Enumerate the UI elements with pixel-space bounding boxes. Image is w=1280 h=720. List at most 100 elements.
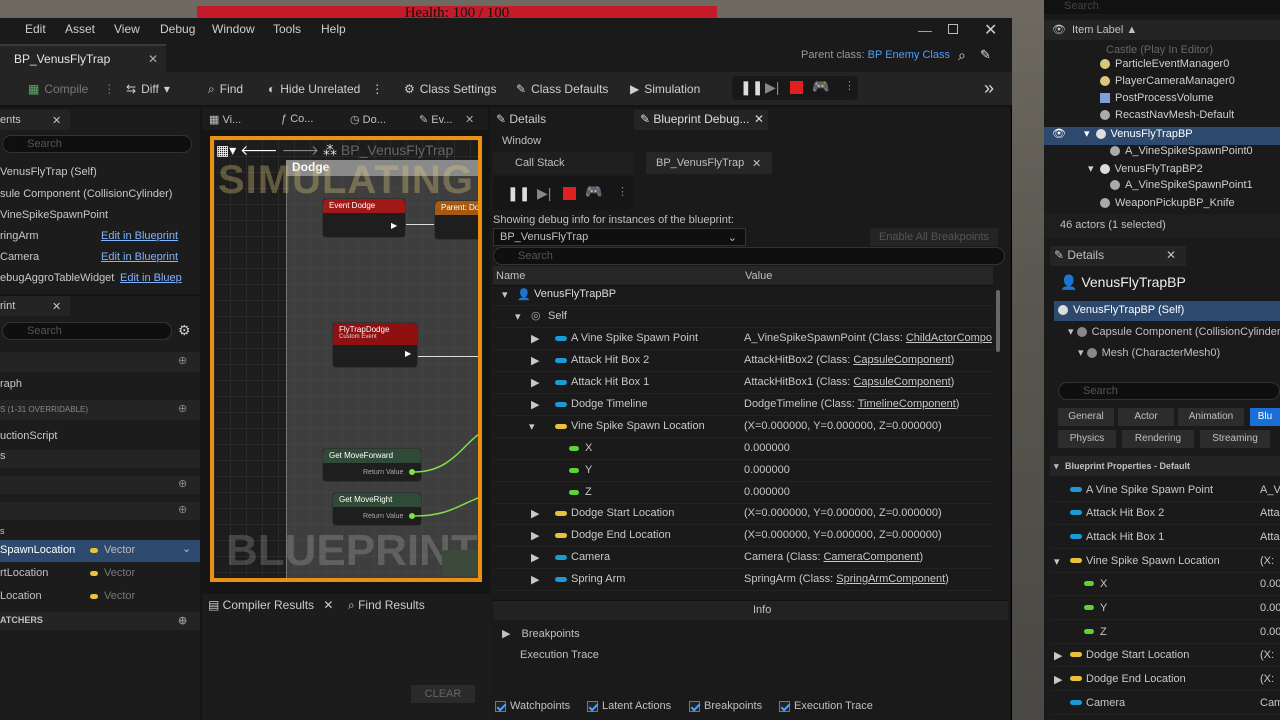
- mesh-component-row[interactable]: ▾ Mesh (CharacterMesh0): [1054, 343, 1280, 363]
- debug-row[interactable]: ▾ Vine Spike Spawn Location (X=0.000000, Y…: [493, 416, 993, 438]
- my-blueprint-search-input[interactable]: Search: [2, 322, 172, 340]
- property-row[interactable]: A Vine Spike Spawn Point A_V: [1050, 479, 1280, 502]
- parent-class-link[interactable]: BP Enemy Class: [868, 49, 950, 61]
- components-tab[interactable]: ents ✕: [0, 110, 70, 130]
- find-button[interactable]: ⌕ Find: [208, 80, 243, 98]
- debug-row[interactable]: ▶ Attack Hit Box 2 AttackHitBox2 (Class: C…: [493, 350, 993, 372]
- outliner-item[interactable]: PlayerCameraManager0: [1044, 75, 1280, 92]
- debug-search-input[interactable]: Search: [493, 247, 1005, 265]
- outliner-item[interactable]: ParticleEventManager0: [1044, 58, 1280, 75]
- execution-trace-checkbox[interactable]: Execution Trace: [779, 700, 873, 712]
- property-row[interactable]: ▶ Dodge End Location (X:: [1050, 668, 1280, 691]
- window-menu[interactable]: Window: [502, 135, 541, 147]
- latent-actions-checkbox[interactable]: Latent Actions: [587, 700, 671, 712]
- item-label-header[interactable]: Item Label ▲: [1072, 24, 1137, 36]
- self-component-row[interactable]: VenusFlyTrapBP (Self): [1054, 301, 1280, 321]
- gear-icon[interactable]: ⚙: [178, 322, 191, 339]
- outliner-item-selected[interactable]: 👁 ▾ VenusFlyTrapBP: [1044, 127, 1280, 145]
- details-search-input[interactable]: Search: [1058, 382, 1280, 400]
- debug-row[interactable]: ▶ Camera Camera (Class: CameraComponent): [493, 547, 993, 569]
- debug-row[interactable]: ▾ 👤 VenusFlyTrapBP: [493, 284, 993, 306]
- variable-row[interactable]: rtLocation Vector: [0, 564, 200, 584]
- add-icon[interactable]: ⊕: [178, 503, 187, 516]
- component-item[interactable]: ebugAggroTableWidget Edit in Bluep: [0, 272, 190, 284]
- filter-rendering[interactable]: Rendering: [1122, 430, 1194, 448]
- component-item[interactable]: VineSpikeSpawnPoint: [0, 209, 108, 221]
- variable-row-selected[interactable]: SpawnLocation Vector ⌄: [0, 540, 200, 562]
- property-row[interactable]: Z 0.00: [1050, 621, 1280, 644]
- filter-general[interactable]: General: [1058, 408, 1114, 426]
- simulation-button[interactable]: ▶ Simulation: [630, 80, 700, 98]
- possess-gamepad-icon[interactable]: 🎮: [812, 78, 829, 95]
- visibility-eye-icon[interactable]: 👁: [1052, 128, 1066, 140]
- menu-window[interactable]: Window: [212, 22, 255, 36]
- edit-in-blueprint-link[interactable]: Edit in Blueprint: [101, 251, 178, 263]
- name-column-header[interactable]: Name: [496, 270, 525, 282]
- filter-blueprint[interactable]: Blu: [1250, 408, 1280, 426]
- graph-tab[interactable]: ƒ Co...: [281, 113, 313, 125]
- capsule-component-row[interactable]: ▾ Capsule Component (CollisionCylinder): [1054, 322, 1280, 342]
- variable-row[interactable]: Location Vector: [0, 587, 200, 607]
- breakpoints-row[interactable]: ▶ Breakpoints: [502, 627, 580, 640]
- debug-row[interactable]: X 0.000000: [493, 438, 993, 460]
- property-row[interactable]: Attack Hit Box 2 Atta: [1050, 502, 1280, 525]
- debug-row[interactable]: Z 0.000000: [493, 482, 993, 504]
- close-tab-icon[interactable]: ✕: [465, 113, 474, 126]
- search-icon[interactable]: ⌕: [958, 47, 966, 64]
- details-tab[interactable]: ✎ Details: [496, 112, 546, 126]
- diff-button[interactable]: ⇆ Diff ▾: [126, 80, 170, 98]
- filter-actor[interactable]: Actor: [1118, 408, 1174, 426]
- find-results-tab[interactable]: ⌕ Find Results: [348, 598, 425, 613]
- outliner-item[interactable]: PostProcessVolume: [1044, 92, 1280, 109]
- watchpoints-checkbox[interactable]: Watchpoints: [495, 700, 570, 712]
- minimize-icon[interactable]: —: [918, 22, 932, 38]
- step-icon[interactable]: ▶|: [537, 185, 551, 202]
- menu-help[interactable]: Help: [321, 22, 346, 36]
- instance-tab[interactable]: BP_VenusFlyTrap ✕: [646, 152, 772, 174]
- graph-item[interactable]: raph: [0, 378, 22, 390]
- class-defaults-button[interactable]: ✎ Class Defaults: [516, 80, 608, 98]
- blueprint-debugger-tab[interactable]: ✎ Blueprint Debug... ✕: [634, 110, 768, 130]
- add-icon[interactable]: ⊕: [178, 477, 187, 490]
- menu-tools[interactable]: Tools: [273, 22, 301, 36]
- pause-icon[interactable]: ❚❚: [740, 79, 763, 96]
- call-stack-tab[interactable]: Call Stack: [493, 152, 633, 174]
- debug-row[interactable]: ▾ ◎ Self: [493, 306, 993, 328]
- graph-tab[interactable]: ✎ Ev...: [419, 113, 452, 126]
- outliner-item[interactable]: A_VineSpikeSpawnPoint0: [1044, 145, 1280, 162]
- partial-node[interactable]: [442, 550, 478, 576]
- graph-tab[interactable]: ◷ Do...: [350, 113, 386, 126]
- close-window-icon[interactable]: ✕: [984, 20, 997, 40]
- instance-dropdown[interactable]: BP_VenusFlyTrap ⌄: [493, 228, 746, 246]
- breakpoints-checkbox[interactable]: Breakpoints: [689, 700, 762, 712]
- add-icon[interactable]: ⊕: [178, 402, 187, 415]
- document-tab[interactable]: BP_VenusFlyTrap ✕: [0, 44, 166, 72]
- menu-view[interactable]: View: [114, 22, 140, 36]
- component-item[interactable]: Camera Edit in Blueprint: [0, 251, 190, 263]
- outliner-search-input[interactable]: Search: [1044, 0, 1280, 14]
- component-item[interactable]: sule Component (CollisionCylinder): [0, 188, 172, 200]
- edit-pencil-icon[interactable]: ✎: [980, 47, 991, 63]
- debug-row[interactable]: ▶ Dodge End Location (X=0.000000, Y=0.0000…: [493, 525, 993, 547]
- menu-debug[interactable]: Debug: [160, 22, 195, 36]
- debug-row[interactable]: ▶ Dodge Timeline DodgeTimeline (Class: Tim…: [493, 394, 993, 416]
- outliner-item[interactable]: RecastNavMesh-Default: [1044, 109, 1280, 126]
- property-row[interactable]: ▾ Vine Spike Spawn Location (X:: [1050, 550, 1280, 573]
- pause-icon[interactable]: ❚❚: [507, 185, 530, 202]
- close-tab-icon[interactable]: ✕: [148, 52, 158, 66]
- execution-trace-row[interactable]: Execution Trace: [520, 649, 599, 661]
- maximize-icon[interactable]: [948, 24, 958, 34]
- property-row[interactable]: Y 0.00: [1050, 597, 1280, 620]
- property-row[interactable]: Attack Hit Box 1 Atta: [1050, 526, 1280, 549]
- graph-tab[interactable]: ▦ Vi...: [209, 113, 241, 126]
- outliner-item[interactable]: WeaponPickupBP_Knife: [1044, 197, 1280, 214]
- compiler-results-tab[interactable]: ▤ Compiler Results ✕: [208, 598, 333, 612]
- class-settings-button[interactable]: ⚙ Class Settings: [404, 80, 496, 98]
- edit-in-blueprint-link[interactable]: Edit in Bluep: [120, 272, 182, 284]
- visibility-eye-icon[interactable]: 👁: [1052, 23, 1066, 36]
- value-column-header[interactable]: Value: [745, 270, 772, 282]
- filter-physics[interactable]: Physics: [1058, 430, 1116, 448]
- construction-script-item[interactable]: uctionScript: [0, 430, 57, 442]
- property-row[interactable]: X 0.00: [1050, 573, 1280, 596]
- debug-row[interactable]: ▶ Spring Arm SpringArm (Class: SpringArmCo…: [493, 569, 993, 591]
